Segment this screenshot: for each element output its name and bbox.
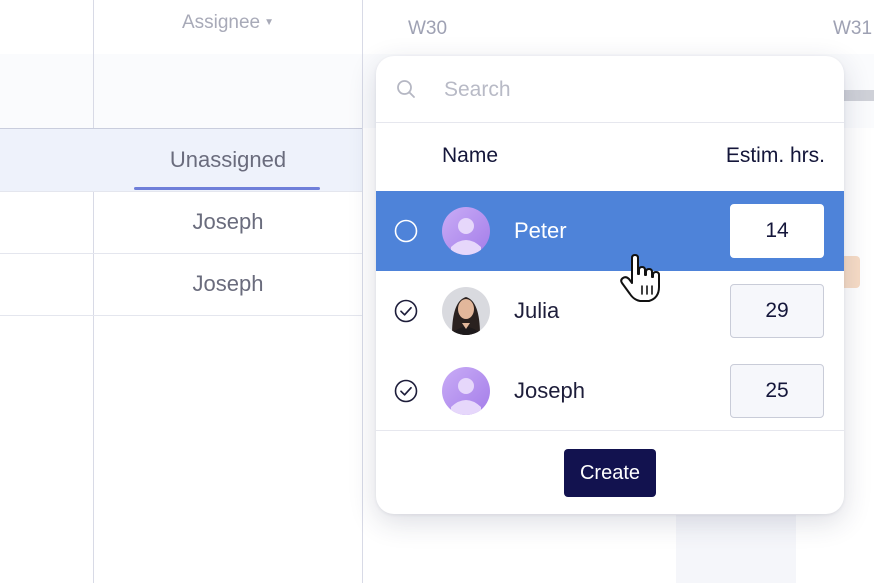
assignee-column-header[interactable]: Assignee ▼ — [94, 12, 362, 34]
hours-input[interactable]: 29 — [730, 284, 824, 338]
week-column-shade — [676, 515, 796, 583]
search-icon — [397, 80, 415, 98]
name-column-header: Name — [442, 144, 499, 167]
caret-down-icon: ▼ — [264, 17, 275, 29]
week-label: W31 — [833, 18, 873, 39]
assignee-cell[interactable]: Joseph — [94, 191, 362, 253]
timeline-bar — [842, 90, 874, 101]
person-name: Julia — [514, 298, 560, 323]
placeholder-avatar-icon — [442, 207, 490, 255]
assignee-cell[interactable]: Joseph — [94, 253, 362, 315]
person-name: Peter — [514, 218, 567, 243]
table-row[interactable]: Joseph — [0, 253, 362, 316]
hours-input[interactable]: 25 — [730, 364, 824, 418]
avatar-photo — [442, 287, 490, 335]
active-cell-underline — [134, 187, 320, 190]
list-item-joseph[interactable]: Joseph 25 — [376, 351, 844, 431]
placeholder-avatar-icon — [442, 367, 490, 415]
list-item-peter[interactable]: Peter 14 — [376, 191, 844, 271]
table-row[interactable]: Unassigned — [0, 128, 362, 192]
column-divider — [362, 0, 363, 583]
search-bar — [376, 56, 844, 123]
assignee-header-label: Assignee — [181, 12, 261, 33]
person-name: Joseph — [514, 378, 585, 403]
search-input[interactable] — [442, 72, 826, 108]
week-label: W30 — [408, 18, 448, 39]
check-circle-icon[interactable] — [394, 299, 418, 323]
assignee-cell[interactable]: Unassigned — [94, 129, 362, 191]
hours-input[interactable]: 14 — [730, 204, 824, 258]
hand-pointer-icon — [620, 254, 660, 302]
assignee-picker-popup: Name Estim. hrs. Peter 14 — [376, 56, 844, 514]
hours-column-header: Estim. hrs. — [725, 144, 825, 167]
list-item-julia[interactable]: Julia 29 — [376, 271, 844, 351]
check-circle-icon[interactable] — [394, 379, 418, 403]
table-row[interactable]: Joseph — [0, 191, 362, 254]
create-button[interactable]: Create — [564, 449, 656, 497]
radio-empty-icon[interactable] — [394, 219, 418, 243]
divider — [376, 430, 844, 431]
